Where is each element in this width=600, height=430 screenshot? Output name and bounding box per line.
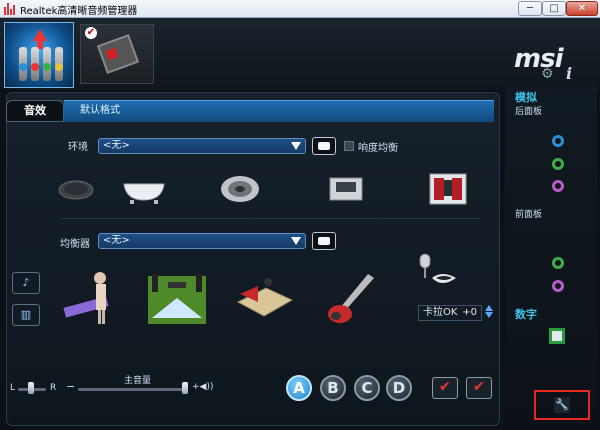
advanced-settings-button[interactable]: 🔧 [534,390,590,420]
chip-icon [96,34,140,74]
master-volume-label: 主音量 [124,376,152,386]
eq-rock-icon[interactable] [326,272,376,326]
tab-default-format[interactable]: 默认格式 [64,100,494,122]
maximize-button[interactable]: □ [542,1,566,16]
rear-line-in-jack[interactable] [552,135,564,147]
env-stone-pipe-icon[interactable] [220,174,260,204]
environment-value: <无> [103,140,130,151]
guitar-mode-button[interactable]: ♪ [12,272,40,294]
digital-title: 数字 [515,308,537,321]
close-button[interactable]: ✕ [566,1,598,16]
plug-icon [55,47,63,81]
analog-title: 模拟 [515,91,537,104]
msi-logo: msi [514,44,563,74]
section-divider [60,218,480,219]
front-mic-jack[interactable] [552,280,564,292]
profile-a-button[interactable]: A [286,375,312,401]
app-icon [4,3,16,15]
chevron-down-icon [291,142,301,150]
eq-club-icon[interactable] [236,272,294,322]
speaker-icon: +◀)) [192,382,214,392]
env-room-icon[interactable] [328,176,364,202]
front-panel-label: 前面板 [515,210,543,220]
plug-icon [19,47,27,81]
volume-minus-icon: − [66,380,76,393]
master-volume-thumb[interactable] [182,382,188,394]
eq-pop-icon[interactable] [60,268,116,326]
balance-slider-thumb[interactable] [28,382,34,394]
device-strip: ✔ msi [0,18,600,90]
check-badge-icon: ✔ [85,27,97,39]
window-title: Realtek高清晰音频管理器 [20,6,138,17]
karaoke-value: +0 [462,307,477,318]
equalizer-label: 均衡器 [60,239,90,250]
environment-label: 环境 [68,142,88,153]
balance-right-label: R [50,383,57,393]
title-bar: Realtek高清晰音频管理器 ─ □ ✕ [0,0,600,18]
environment-dropdown[interactable]: <无> [98,138,306,154]
env-bathroom-icon[interactable] [122,176,166,204]
rear-line-out-jack[interactable] [552,158,564,170]
equalizer-dropdown[interactable]: <无> [98,233,306,249]
environment-toggle[interactable] [312,137,336,155]
chevron-down-icon [291,237,301,245]
spin-down-icon[interactable] [485,312,493,318]
info-icon[interactable]: i [566,64,572,83]
connector-panel [505,86,597,426]
plug-icon [43,47,51,81]
plug-icon [31,47,39,81]
env-sewer-icon[interactable] [58,178,94,200]
equalizer-value: <无> [103,235,130,246]
eq-karaoke-icon[interactable] [414,252,460,294]
wrench-icon: 🔧 [554,397,570,413]
tab-effects[interactable]: 音效 [6,100,64,122]
master-volume-track[interactable] [78,388,188,391]
loudness-checkbox[interactable] [344,141,354,151]
rear-panel-label: 后面板 [515,107,543,117]
digital-output-port[interactable] [549,328,565,344]
apply-check-button[interactable] [432,377,458,399]
profile-c-button[interactable]: C [354,375,380,401]
digital-device-tab[interactable]: ✔ [80,24,154,84]
gear-icon[interactable]: ⚙ [541,67,555,81]
karaoke-control: 卡拉OK +0 [418,305,482,321]
front-headphone-jack[interactable] [552,257,564,269]
minimize-button[interactable]: ─ [518,1,542,16]
rear-mic-jack[interactable] [552,180,564,192]
env-theater-icon[interactable] [428,172,468,206]
spin-up-icon[interactable] [485,305,493,311]
equalizer-toggle[interactable] [312,232,336,250]
profile-d-button[interactable]: D [386,375,412,401]
balance-left-label: L [10,383,16,393]
karaoke-label: 卡拉OK [423,307,458,318]
eq-live-icon[interactable] [146,268,208,326]
karaoke-spinner[interactable] [484,304,494,322]
profile-b-button[interactable]: B [320,375,346,401]
analog-device-tab[interactable] [4,22,74,88]
graphic-eq-button[interactable]: ▥ [12,304,40,326]
loudness-label: 响度均衡 [358,143,398,154]
apply-all-check-button[interactable] [466,377,492,399]
